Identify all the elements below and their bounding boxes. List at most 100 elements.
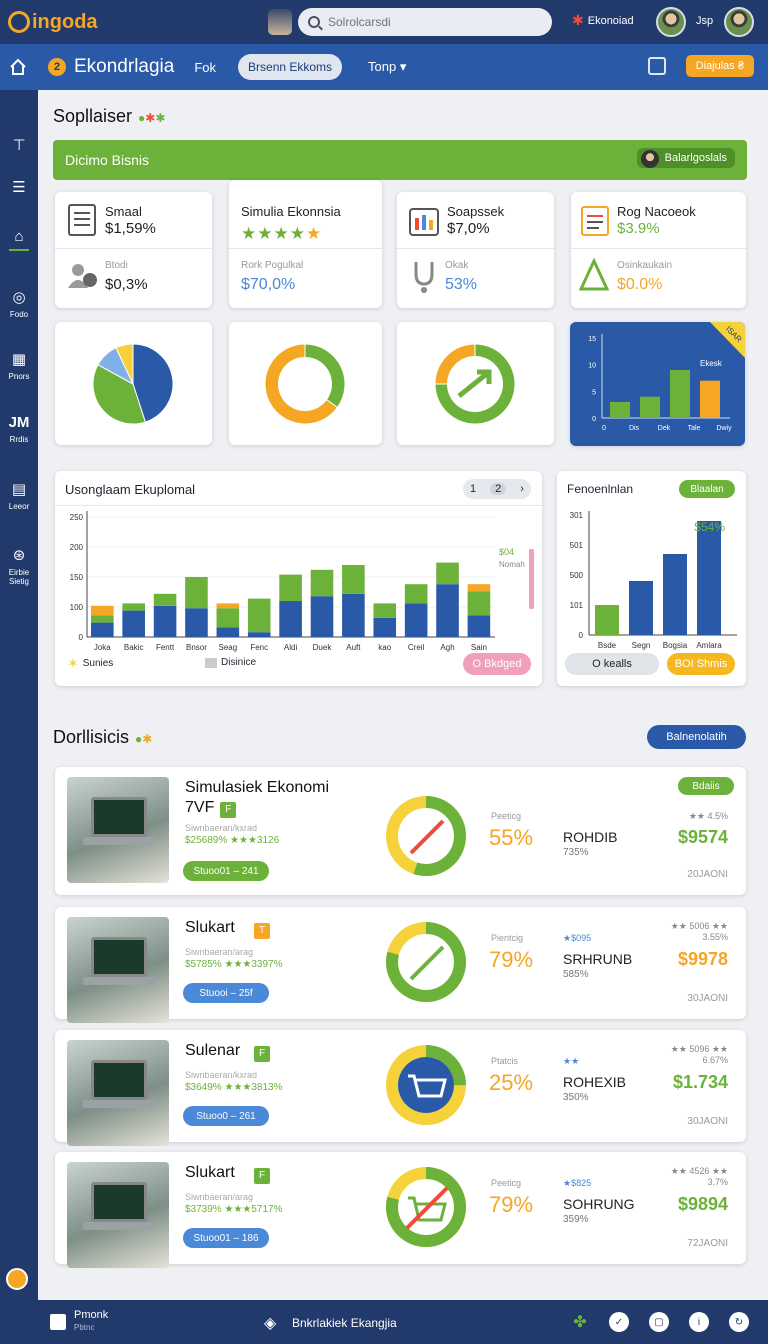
budget-pill[interactable]: O Bkdged <box>463 653 531 675</box>
banner: Dicimo Bisnis Balarlgoslals <box>53 140 747 180</box>
list-pill[interactable]: Stuooi – 25f <box>183 983 269 1003</box>
search-input[interactable]: Solrolcarsdi <box>298 8 552 36</box>
y-tick-label: 301 <box>570 511 584 520</box>
legend-item: ✶ Sunies <box>67 655 113 672</box>
mini-chart-card[interactable]: ISAR Ekesk 0 5 10 15 0 Dis Dek Tale Dwiy <box>570 322 745 446</box>
app-logo[interactable]: ingoda <box>8 11 98 34</box>
list-code: ROHDIB <box>563 829 618 845</box>
grid-icon[interactable] <box>50 1314 66 1330</box>
bar <box>629 581 653 635</box>
progress-label: Peeticg <box>491 1178 522 1188</box>
section-button[interactable]: Balnenolatih <box>647 725 746 749</box>
kpi-card[interactable]: Smaal $1,59% Btodi $0,3% <box>55 192 212 308</box>
home-button[interactable] <box>0 58 36 76</box>
nav-action-button[interactable]: Diajulas ₴ <box>685 55 754 77</box>
kpi-sub-value: $0,3% <box>105 276 148 293</box>
list-item[interactable]: Simulasiek Ekonomi 7VF F Siwnbaeran/kxrad $2… <box>55 767 746 895</box>
diamond-icon: ◈ <box>264 1315 277 1332</box>
x-tick-label: Bakic <box>124 643 144 652</box>
sidebar-item-home[interactable]: ⌂ <box>0 228 38 251</box>
bar <box>279 601 302 637</box>
bar <box>404 603 428 637</box>
stethoscope-icon <box>414 262 434 293</box>
progress-percent: 79% <box>489 947 534 972</box>
section-title: Dorllisicis ●✱ <box>53 727 152 748</box>
right-pill[interactable]: BOI Shmis <box>667 653 735 675</box>
help-icon[interactable] <box>6 1268 28 1290</box>
list-code-sub: 350% <box>563 1092 589 1103</box>
brand[interactable]: 2 Ekondrlagia <box>48 56 174 78</box>
kpi-card[interactable]: Simulia Ekonnsia ★★★★★ Rork Pogulkal $70… <box>229 180 382 308</box>
bar <box>404 584 428 604</box>
check-icon[interactable]: ✓ <box>609 1312 629 1332</box>
donut-card[interactable] <box>397 322 554 445</box>
list-item[interactable]: Sulenar F Siwnbaeran/kxrad $3649% ★★★3813% S… <box>55 1030 746 1146</box>
square-icon <box>205 657 217 668</box>
puzzle-icon[interactable]: ✤ <box>570 1312 590 1332</box>
stacked-chart-card[interactable]: Usonglaam Ekuplomal 1 2 › 0 100 150 200 250 J… <box>55 471 542 686</box>
y-tick-label: 250 <box>70 513 84 522</box>
bar <box>467 591 491 616</box>
square-icon[interactable]: ▢ <box>649 1312 669 1332</box>
banner-pill[interactable]: Balarlgoslals <box>636 148 735 168</box>
user-menu[interactable]: ✱ Ekonoiad <box>572 12 634 29</box>
bar <box>310 569 334 597</box>
sidebar-item-list[interactable]: ☰ <box>0 178 38 196</box>
sidebar-item-rrdis[interactable]: JM Rrdis <box>0 414 38 444</box>
grid-icon[interactable] <box>648 57 666 75</box>
donut-card[interactable] <box>229 322 382 445</box>
nav-pill[interactable]: Brsenn Ekkoms <box>238 54 343 80</box>
list-tag[interactable]: Bdaiis <box>678 777 734 795</box>
sidebar-item-sietig[interactable]: ⊛ Eirbie Sietig <box>0 546 38 586</box>
refresh-icon[interactable]: ↻ <box>729 1312 749 1332</box>
bar <box>247 598 271 633</box>
bar <box>342 565 365 594</box>
bottom-left-label[interactable]: Pmonk <box>74 1309 108 1321</box>
kpi-card[interactable]: Rog Nacoeok $3.9% Osinkaukain $0.0% <box>571 192 746 308</box>
list-pill[interactable]: Stuoo0 – 261 <box>183 1106 269 1126</box>
list-pill[interactable]: Stuoo01 – 186 <box>183 1228 269 1248</box>
bar <box>610 402 630 418</box>
list-meta: $3649% ★★★3813% <box>185 1082 283 1093</box>
star-rating: ★$825 <box>563 1178 592 1188</box>
x-tick-label: Joka <box>94 643 111 652</box>
y-tick-label: 100 <box>70 603 84 612</box>
legend-item: Disinice <box>205 657 256 668</box>
small-avatar[interactable] <box>268 9 292 35</box>
sidebar-item-fodo[interactable]: ◎ Fodo <box>0 288 38 319</box>
divider <box>571 248 746 249</box>
list-item[interactable]: Slukart F Siwnbaeran/arag $3739% ★★★5717% St… <box>55 1152 746 1268</box>
info-icon[interactable]: i <box>689 1312 709 1332</box>
x-tick-label: Amlara <box>696 641 722 650</box>
star-icon: ★ <box>273 224 290 243</box>
sidebar-item-pnors[interactable]: ▦ Pnors <box>0 350 38 381</box>
star-icon: ★ <box>241 224 258 243</box>
laptop-thumbnail <box>67 777 169 883</box>
left-pill[interactable]: O kealls <box>565 653 659 675</box>
list-pill[interactable]: Stuoo01 – 241 <box>183 861 269 881</box>
nav-link-fok[interactable]: Fok <box>194 60 216 75</box>
star-rating: ★★ <box>563 1056 580 1066</box>
sidebar-label: Leeor <box>8 502 30 511</box>
chevron-down-icon: ▾ <box>399 59 407 74</box>
kpi-card[interactable]: Soapssek $7,0% Okak 53% <box>397 192 554 308</box>
profile-avatar[interactable] <box>724 7 754 37</box>
list-title: Simulasiek Ekonomi <box>185 779 329 797</box>
list-code: ROHEXIB <box>563 1074 627 1090</box>
list-item[interactable]: Slukart T Siwnbaeran/arag $5785% ★★★3397% St… <box>55 907 746 1023</box>
bar-chart-card[interactable]: Fenoenlnlan Blaalan 0 101 500 501 301 Bsde Seg… <box>557 471 746 686</box>
laptop-base <box>83 1100 155 1108</box>
pie-card[interactable] <box>55 322 212 445</box>
list-code-sub: 359% <box>563 1214 589 1225</box>
bottom-center-label[interactable]: Bnkrlakiek Ekangjia <box>292 1316 397 1330</box>
cart-circle <box>398 1057 454 1113</box>
mini-bar-chart: ISAR Ekesk 0510150 Dis Dek Tale Dwiy <box>588 322 745 432</box>
sidebar-item-layout[interactable]: ⊤ <box>0 136 38 154</box>
section-title: Sopllaiser ●✱✱ <box>53 106 165 127</box>
y-tick-label: 500 <box>570 571 584 580</box>
kpi-value: $1,59% <box>105 220 156 237</box>
x-tick-label: Fentt <box>156 643 175 652</box>
avatar[interactable] <box>656 7 686 37</box>
nav-dropdown[interactable]: Tonp ▾ <box>368 59 406 75</box>
sidebar-item-leeor[interactable]: ▤ Leeor <box>0 480 38 511</box>
